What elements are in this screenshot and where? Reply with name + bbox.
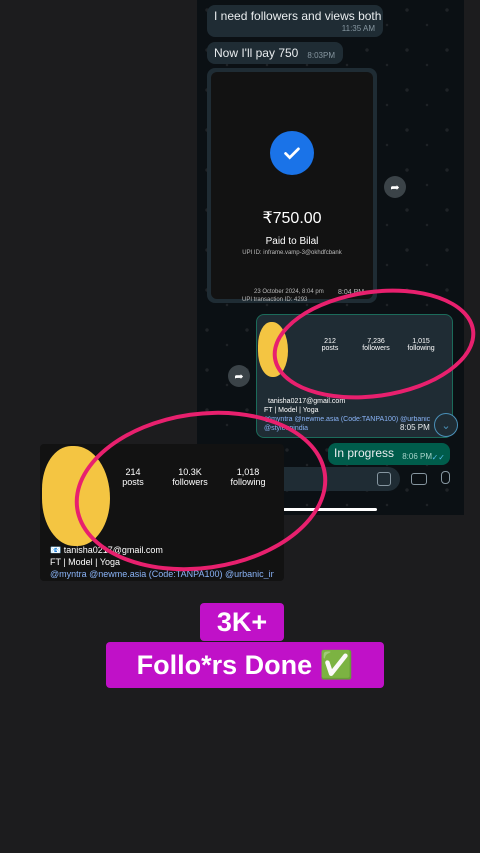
forward-icon[interactable]: ➦ xyxy=(228,365,250,387)
ig-bio: FT | Model | Yoga xyxy=(50,557,121,567)
checkmark-icon xyxy=(270,131,314,175)
payment-receipt-image[interactable] xyxy=(207,68,377,303)
message-bubble-outgoing[interactable]: In progress 8:06 PM ✓✓ xyxy=(328,443,450,465)
read-ticks-icon: ✓✓ xyxy=(431,453,445,462)
sticker-icon[interactable] xyxy=(377,472,391,486)
message-time: 11:35 AM xyxy=(341,24,375,33)
message-text: I need followers and views both xyxy=(214,9,382,23)
ig-time: 8:05 PM xyxy=(400,423,430,432)
forward-icon[interactable]: ➦ xyxy=(384,176,406,198)
scroll-down-icon[interactable]: ⌄ xyxy=(434,413,458,437)
payment-date: 23 October 2024, 8:04 pm xyxy=(254,289,324,295)
message-text: In progress xyxy=(334,446,395,460)
ig-email: tanisha0217@gmail.com xyxy=(268,398,346,405)
ig-tags: @myntra @newme.asia (Code:TANPA100) @urb… xyxy=(264,416,431,423)
paid-to: Paid to Bilal xyxy=(265,236,319,247)
message-bubble[interactable]: Now I'll pay 750 8:03PM xyxy=(207,42,343,64)
caption-line-1: 3K+ xyxy=(200,603,284,641)
message-text: Now I'll pay 750 xyxy=(214,46,299,60)
ig-tags: @myntra @newme.asia (Code:TANPA100) @urb… xyxy=(50,569,274,579)
transaction-id: UPI transaction ID: 4293 xyxy=(242,297,308,303)
payment-amount: ₹750.00 xyxy=(262,210,322,227)
camera-icon[interactable] xyxy=(411,473,427,485)
ig-bio: FT | Model | Yoga xyxy=(264,407,319,414)
caption-line-2: Follo*rs Done ✅ xyxy=(106,642,384,688)
gpay-card xyxy=(211,72,373,299)
upi-id: UPI ID: inframe.vamp-3@okhdfcbank xyxy=(242,250,342,256)
message-time: 8:03PM xyxy=(307,51,335,60)
mic-icon[interactable] xyxy=(441,471,450,484)
message-time: 8:06 PM xyxy=(402,452,432,461)
message-bubble[interactable]: I need followers and views both 11:35 AM xyxy=(207,5,383,37)
